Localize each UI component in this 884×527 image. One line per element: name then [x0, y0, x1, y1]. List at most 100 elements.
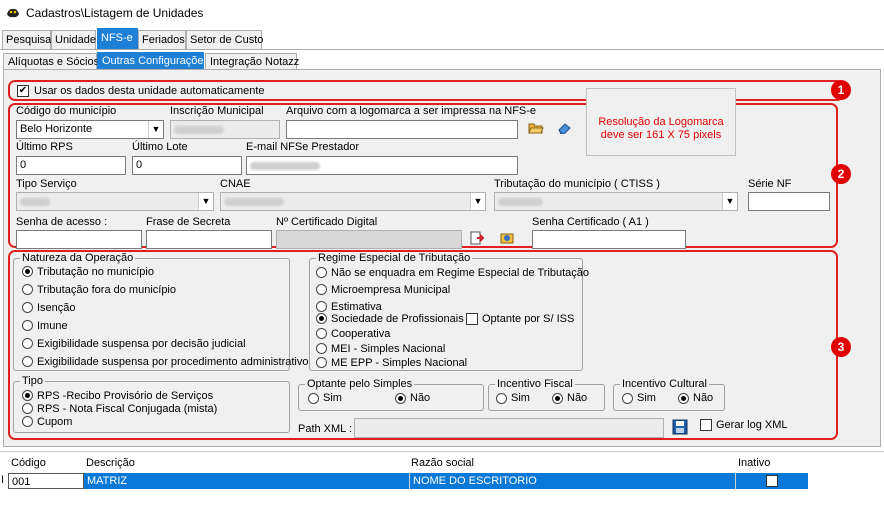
regime-radio-2[interactable]: [316, 301, 327, 312]
regime-radio-5[interactable]: [316, 343, 327, 354]
grid-header-razao[interactable]: Razão social: [411, 457, 474, 472]
cnae-label: CNAE: [220, 178, 251, 190]
section-1-badge: 1: [831, 80, 851, 100]
grid-divider: [0, 451, 884, 452]
chevron-down-icon[interactable]: ▼: [470, 193, 485, 210]
tab-setor-custo[interactable]: Setor de Custo: [186, 30, 263, 50]
tributacao-combo[interactable]: ▼: [494, 192, 738, 211]
optante-iss-checkbox[interactable]: [466, 313, 478, 325]
natureza-option-label: Isenção: [37, 302, 76, 314]
grid-header-codigo[interactable]: Código: [11, 457, 46, 472]
row-inativo[interactable]: [736, 473, 808, 489]
regime-option-label: Sociedade de Profissionais: [331, 313, 464, 325]
tab-feriados[interactable]: Feriados: [138, 30, 186, 50]
serie-nf-input[interactable]: [748, 192, 830, 211]
optante-iss-label: Optante por S/ ISS: [482, 313, 575, 325]
certificate-export-icon[interactable]: [469, 231, 487, 247]
incentivo-fiscal-sim-radio[interactable]: [496, 393, 507, 404]
inscricao-municipal-input[interactable]: [170, 120, 280, 139]
row-codigo[interactable]: 001: [8, 473, 84, 489]
auto-data-checkbox[interactable]: ✔: [17, 85, 29, 97]
chevron-down-icon[interactable]: ▼: [148, 121, 163, 138]
regime-radio-6[interactable]: [316, 357, 327, 368]
natureza-radio-3[interactable]: [22, 320, 33, 331]
eraser-icon[interactable]: [556, 121, 574, 137]
inscricao-municipal-label: Inscrição Municipal: [170, 105, 264, 117]
ultimo-lote-label: Último Lote: [132, 141, 188, 153]
certificate-search-icon[interactable]: [498, 231, 516, 247]
codigo-municipio-label: Código do município: [16, 105, 117, 117]
title-bar: Cadastros\Listagem de Unidades: [0, 0, 884, 28]
frase-secreta-label: Frase de Secreta: [146, 216, 231, 228]
ultimo-lote-input[interactable]: 0: [132, 156, 242, 175]
senha-cert-input[interactable]: [532, 230, 686, 249]
tab-pesquisa[interactable]: Pesquisa: [2, 30, 51, 50]
tributacao-label: Tributação do município ( CTISS ): [494, 178, 660, 190]
regime-radio-4[interactable]: [316, 328, 327, 339]
path-xml-label: Path XML :: [298, 423, 353, 435]
open-folder-icon[interactable]: [527, 121, 545, 137]
row-descricao[interactable]: MATRIZ: [84, 473, 410, 489]
grid-header-descricao[interactable]: Descrição: [86, 457, 135, 472]
tipo-option-label: RPS -Recibo Provisório de Serviços: [37, 390, 214, 402]
tipo-radio-0[interactable]: [22, 390, 33, 401]
section-3-badge: 3: [831, 337, 851, 357]
email-input[interactable]: [246, 156, 518, 175]
cert-digital-input[interactable]: [276, 230, 462, 249]
cnae-combo[interactable]: ▼: [220, 192, 486, 211]
text-cursor-icon: I: [1, 474, 5, 486]
chevron-down-icon[interactable]: ▼: [198, 193, 213, 210]
logo-resolution-note: Resolução da Logomarca deve ser 161 X 75…: [586, 88, 736, 156]
tab-nfse[interactable]: NFS-e: [97, 28, 138, 50]
natureza-option-label: Tributação no município: [37, 266, 154, 278]
senha-acesso-input[interactable]: [16, 230, 142, 249]
email-label: E-mail NFSe Prestador: [246, 141, 360, 153]
tipo-servico-combo[interactable]: ▼: [16, 192, 214, 211]
incentivo-fiscal-sim-label: Sim: [511, 392, 530, 404]
regime-radio-0[interactable]: [316, 267, 327, 278]
window-title: Cadastros\Listagem de Unidades: [26, 6, 204, 20]
chevron-down-icon[interactable]: ▼: [722, 193, 737, 210]
senha-cert-label: Senha Certificado ( A1 ): [532, 216, 649, 228]
natureza-radio-0[interactable]: [22, 266, 33, 277]
codigo-municipio-combo[interactable]: Belo Horizonte ▼: [16, 120, 164, 139]
incentivo-fiscal-title: Incentivo Fiscal: [495, 378, 575, 390]
auto-data-label: Usar os dados desta unidade automaticame…: [34, 85, 265, 97]
optante-simples-nao-radio[interactable]: [395, 393, 406, 404]
tipo-option-label: Cupom: [37, 416, 73, 428]
incentivo-cultural-nao-label: Não: [693, 392, 714, 404]
ultimo-rps-input[interactable]: 0: [16, 156, 126, 175]
regime-radio-3[interactable]: [316, 313, 327, 324]
regime-option-label: Não se enquadra em Regime Especial de Tr…: [331, 267, 590, 279]
grid-header-inativo[interactable]: Inativo: [738, 457, 770, 472]
incentivo-cultural-nao-radio[interactable]: [678, 393, 689, 404]
incentivo-cultural-sim-radio[interactable]: [622, 393, 633, 404]
gerar-log-checkbox[interactable]: [700, 419, 712, 431]
incentivo-fiscal-nao-label: Não: [567, 392, 588, 404]
regime-option-label: ME EPP - Simples Nacional: [331, 357, 468, 369]
tab-unidade[interactable]: Unidade: [51, 30, 96, 50]
tipo-radio-2[interactable]: [22, 416, 33, 427]
natureza-radio-4[interactable]: [22, 338, 33, 349]
row-razao[interactable]: NOME DO ESCRITORIO: [410, 473, 736, 489]
save-disk-icon[interactable]: [671, 419, 689, 435]
section-2-badge: 2: [831, 164, 851, 184]
table-row[interactable]: 001 MATRIZ NOME DO ESCRITORIO: [8, 473, 808, 489]
path-xml-input[interactable]: [354, 418, 664, 438]
tipo-radio-1[interactable]: [22, 403, 33, 414]
frase-secreta-input[interactable]: [146, 230, 272, 249]
row-inativo-checkbox[interactable]: [766, 475, 778, 487]
regime-radio-1[interactable]: [316, 284, 327, 295]
codigo-municipio-value: Belo Horizonte: [20, 123, 93, 135]
arquivo-logo-input[interactable]: [286, 120, 518, 139]
regime-option-label: Microempresa Municipal: [331, 284, 451, 296]
natureza-title: Natureza da Operação: [20, 252, 136, 264]
natureza-radio-5[interactable]: [22, 356, 33, 367]
regime-option-label: MEI - Simples Nacional: [331, 343, 446, 355]
regime-title: Regime Especial de Tributação: [316, 252, 473, 264]
incentivo-fiscal-nao-radio[interactable]: [552, 393, 563, 404]
natureza-radio-1[interactable]: [22, 284, 33, 295]
optante-simples-sim-radio[interactable]: [308, 393, 319, 404]
natureza-radio-2[interactable]: [22, 302, 33, 313]
optante-simples-nao-label: Não: [410, 392, 431, 404]
